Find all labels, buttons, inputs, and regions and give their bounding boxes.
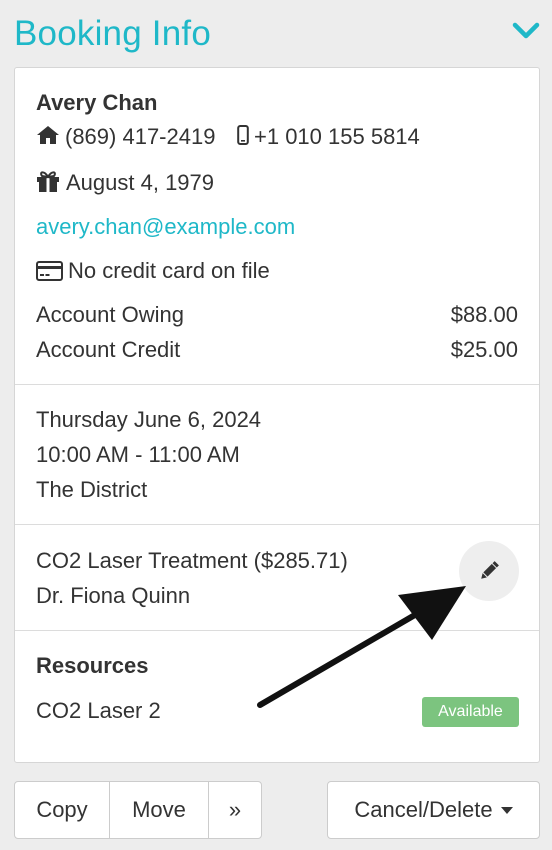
home-icon: [37, 126, 59, 144]
credit-card-status: No credit card on file: [68, 258, 270, 283]
more-actions-button[interactable]: »: [209, 782, 261, 838]
credit-card-icon: [36, 261, 63, 281]
action-button-group: Copy Move »: [14, 781, 262, 839]
home-phone: (869) 417-2419: [65, 124, 216, 149]
pencil-icon: [481, 561, 499, 579]
gift-icon: [37, 171, 59, 192]
appointment-location: The District: [36, 477, 148, 502]
client-name: Avery Chan: [36, 90, 158, 115]
page-title: Booking Info: [14, 14, 211, 53]
divider: [15, 524, 539, 525]
divider: [15, 630, 539, 631]
divider: [15, 384, 539, 385]
resources-heading: Resources: [36, 653, 149, 678]
chevron-down-icon[interactable]: [512, 20, 540, 42]
appointment-time: 10:00 AM - 11:00 AM: [36, 442, 240, 467]
client-email-link[interactable]: avery.chan@example.com: [36, 214, 295, 240]
mobile-phone: +1 010 155 5814: [254, 124, 420, 149]
account-credit-label: Account Credit: [36, 337, 181, 362]
cancel-delete-label: Cancel/Delete: [354, 797, 493, 822]
account-owing-value: $88.00: [450, 302, 518, 327]
copy-button[interactable]: Copy: [15, 782, 110, 838]
resource-name: CO2 Laser 2: [36, 698, 161, 723]
caret-down-icon: [500, 806, 513, 814]
service-provider: Dr. Fiona Quinn: [36, 583, 191, 608]
appointment-date: Thursday June 6, 2024: [36, 407, 262, 432]
status-badge: Available: [422, 697, 519, 727]
mobile-phone-icon: [237, 125, 249, 145]
edit-service-button[interactable]: [459, 541, 519, 601]
account-credit-value: $25.00: [450, 337, 518, 362]
service-name: CO2 Laser Treatment ($285.71): [36, 548, 348, 573]
account-owing-label: Account Owing: [36, 302, 184, 327]
birthday: August 4, 1979: [66, 170, 215, 195]
booking-card: Avery Chan (869) 417-2419 +1 010 155 581…: [14, 67, 540, 763]
booking-info-header[interactable]: Booking Info: [0, 0, 552, 68]
move-button[interactable]: Move: [110, 782, 209, 838]
cancel-delete-button[interactable]: Cancel/Delete: [327, 781, 540, 839]
